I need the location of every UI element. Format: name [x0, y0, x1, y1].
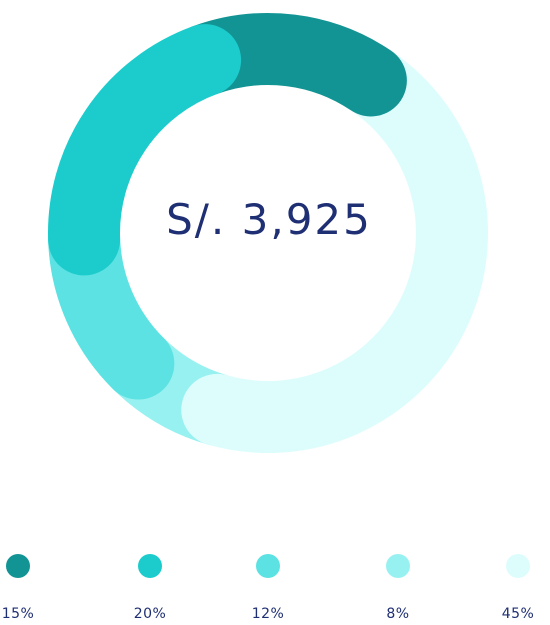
legend: 15% 20% 12% 8% 45%	[0, 548, 550, 625]
legend-swatch	[256, 554, 280, 578]
legend-item: 15%	[0, 548, 48, 625]
legend-swatch	[386, 554, 410, 578]
legend-item: 8%	[368, 548, 428, 625]
total-amount: S/. 3,925	[166, 195, 372, 244]
legend-label: 12%	[251, 606, 285, 622]
legend-item: 45%	[488, 548, 548, 625]
legend-label: 8%	[386, 606, 410, 622]
legend-label: 45%	[501, 606, 535, 622]
legend-swatch	[138, 554, 162, 578]
legend-item: 20%	[120, 548, 180, 625]
legend-swatch	[6, 554, 30, 578]
legend-label: 15%	[1, 606, 35, 622]
legend-item: 12%	[238, 548, 298, 625]
legend-swatch	[506, 554, 530, 578]
legend-label: 20%	[133, 606, 167, 622]
